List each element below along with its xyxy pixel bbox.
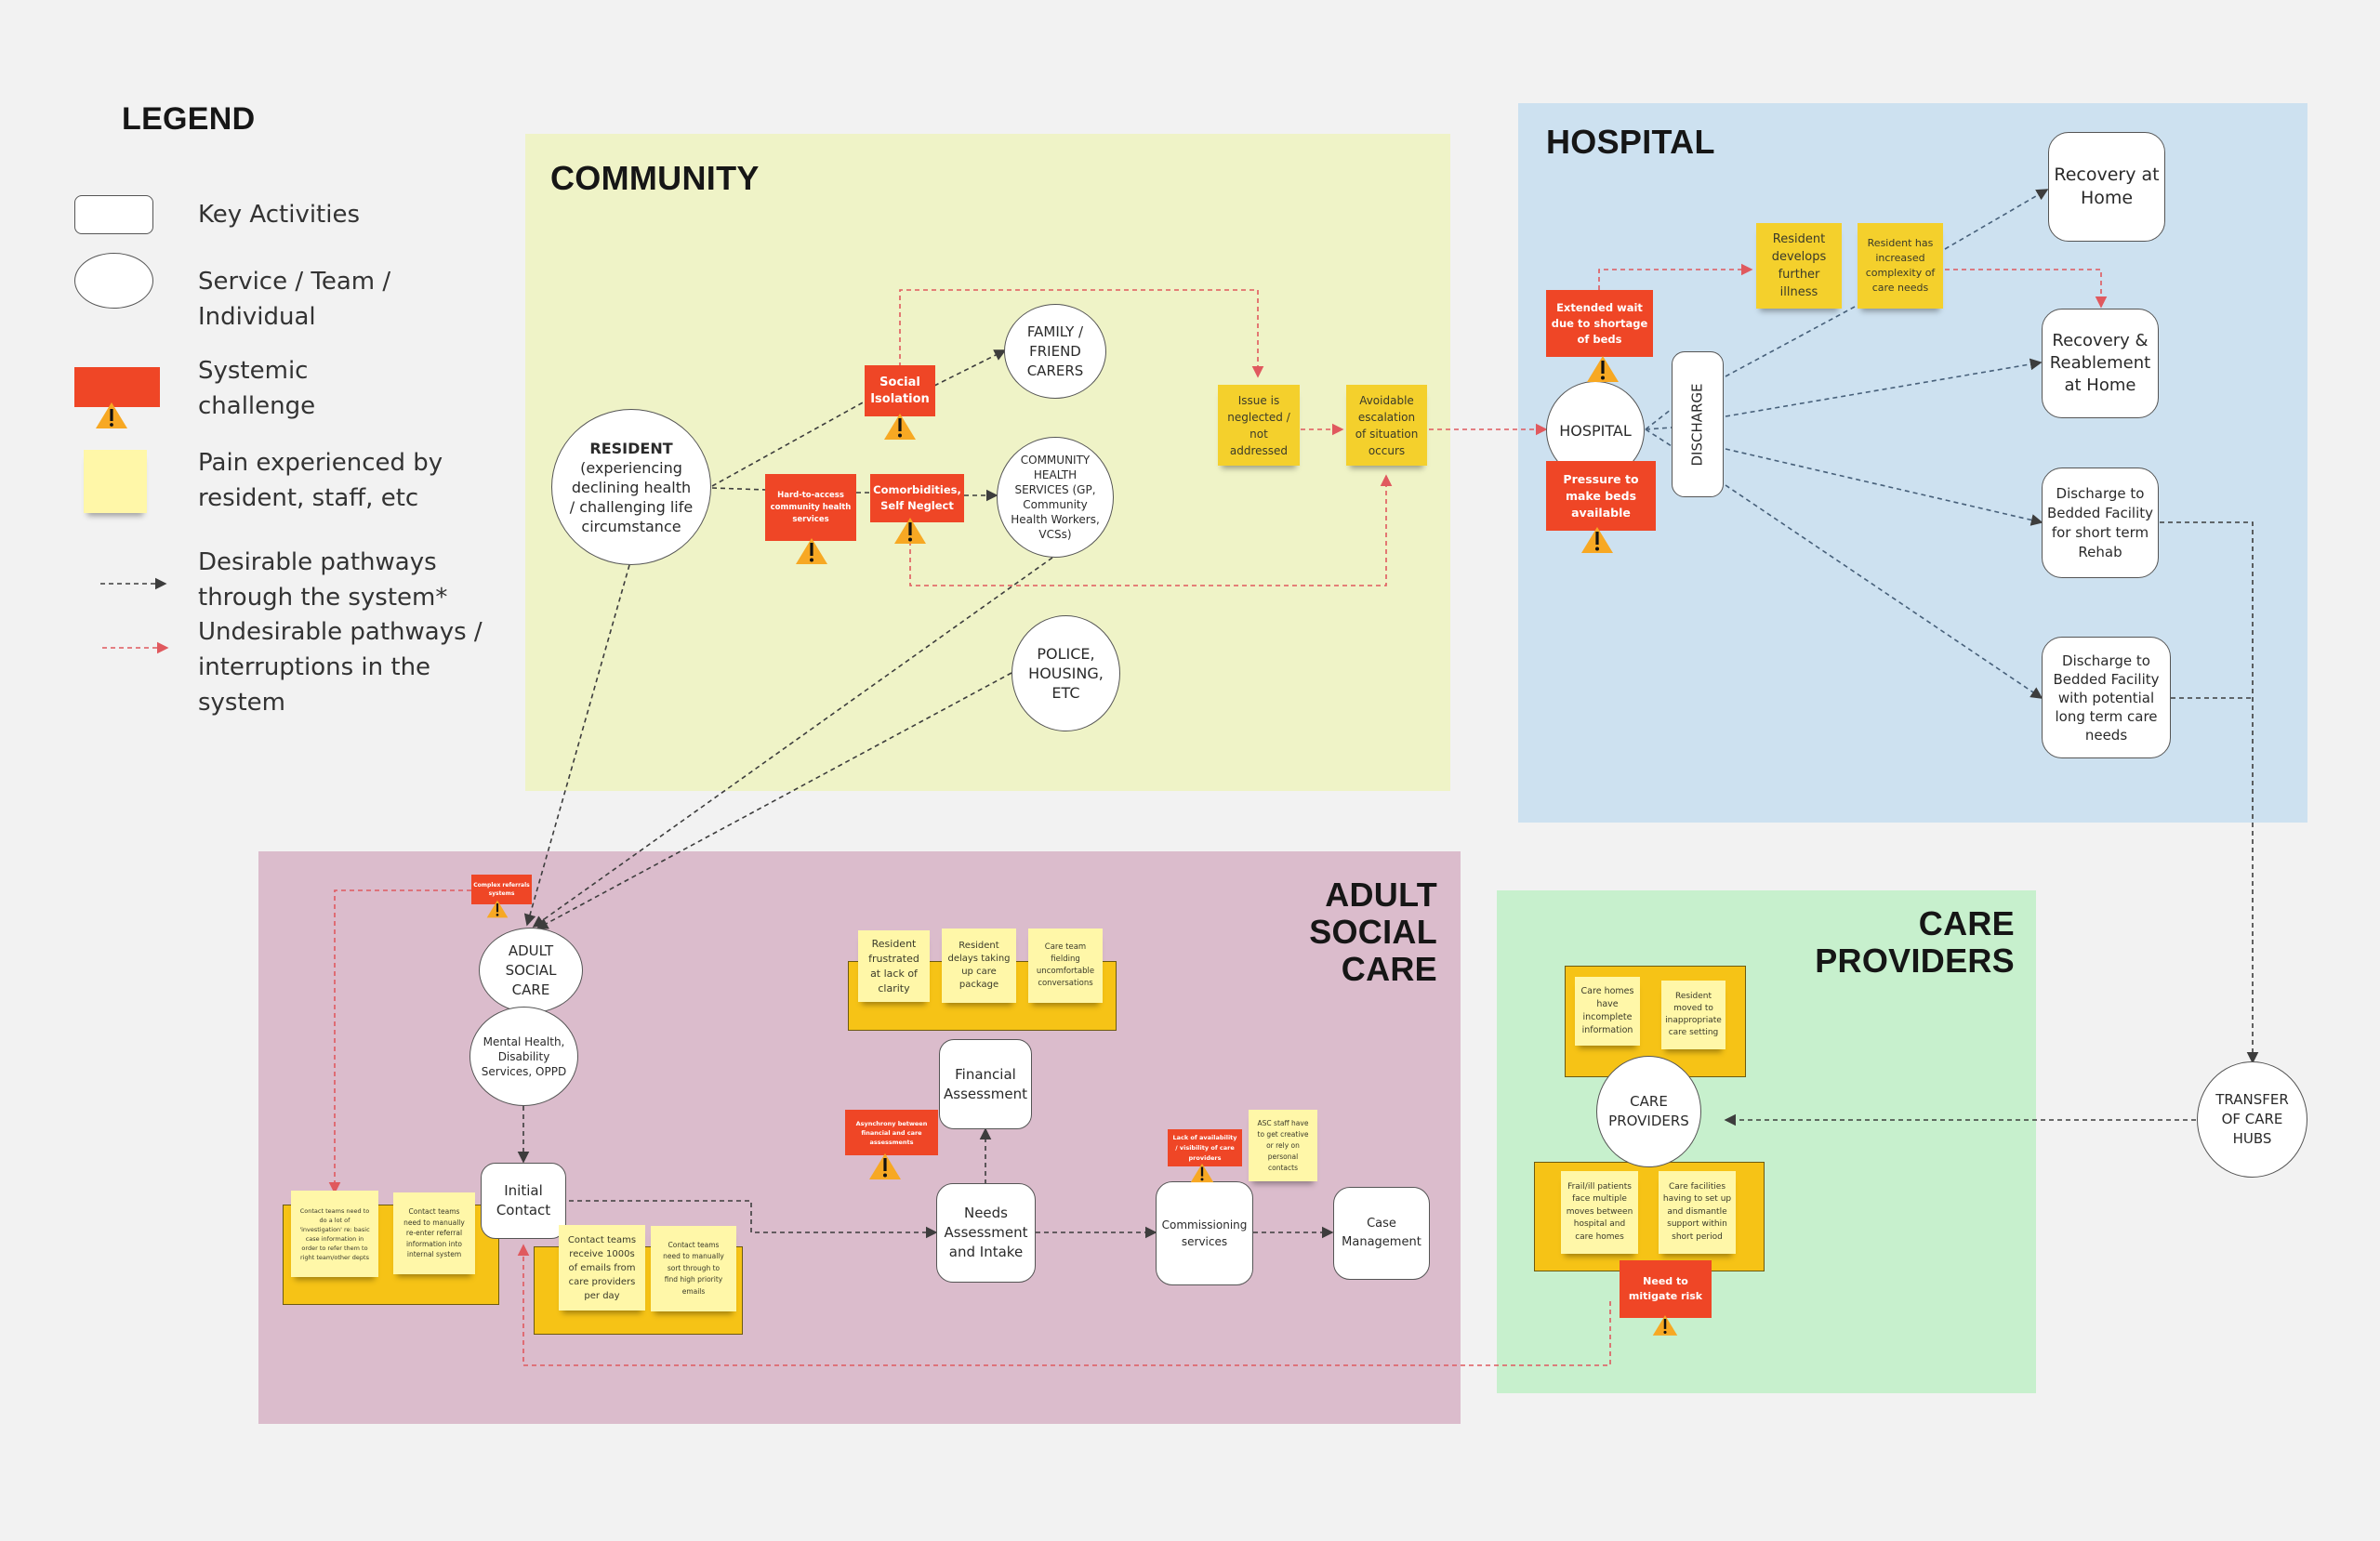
uncomfortable-pain[interactable]: Care team fielding uncomfortable convers… — [1028, 929, 1103, 1003]
resident-title: RESIDENT — [589, 439, 673, 457]
legend-pain-label: Pain experienced by resident, staff, etc — [198, 449, 443, 512]
multiple-moves-pain[interactable]: Frail/ill patients face multiple moves b… — [1561, 1171, 1638, 1254]
pressure-beds-challenge[interactable]: Pressure to make beds available — [1546, 461, 1656, 531]
hard-to-access-challenge[interactable]: Hard-to-access community health services — [765, 474, 856, 541]
transfer-of-care-hubs-node[interactable]: TRANSFER OF CARE HUBS — [2197, 1061, 2307, 1178]
asc-creative-pain[interactable]: ASC staff have to get creative or rely o… — [1249, 1110, 1317, 1181]
lack-availability-challenge[interactable]: Lack of availability / visibility of car… — [1168, 1129, 1242, 1166]
commissioning-node[interactable]: Commissioning services — [1156, 1181, 1253, 1285]
mitigate-risk-challenge[interactable]: Need to mitigate risk — [1620, 1260, 1712, 1318]
set-up-dismantle-pain[interactable]: Care facilities having to set up and dis… — [1659, 1171, 1736, 1254]
adult-social-care-title: ADULT SOCIAL CARE — [1309, 876, 1437, 988]
legend-title: LEGEND — [122, 101, 256, 137]
financial-assessment-node[interactable]: Financial Assessment — [939, 1039, 1032, 1129]
social-isolation-challenge[interactable]: Social Isolation — [865, 365, 935, 416]
inappropriate-setting-pain[interactable]: Resident moved to inappropriate care set… — [1661, 981, 1726, 1049]
issue-neglected-pain[interactable]: Issue is neglected / not addressed — [1218, 385, 1300, 466]
recovery-reablement-node[interactable]: Recovery & Reablement at Home — [2042, 309, 2159, 418]
further-illness-pain[interactable]: Resident develops further illness — [1756, 223, 1842, 309]
emails-1000s-pain[interactable]: Contact teams receive 1000s of emails fr… — [559, 1225, 645, 1311]
community-health-services-node[interactable]: COMMUNITY HEALTH SERVICES (GP, Community… — [997, 437, 1114, 558]
legend-key-activity-swatch — [74, 195, 153, 234]
short-term-rehab-node[interactable]: Discharge to Bedded Facility for short t… — [2042, 468, 2159, 578]
asynchrony-challenge[interactable]: Asynchrony between financial and care as… — [845, 1110, 938, 1155]
legend-key-activities-label: Key Activities — [198, 201, 361, 229]
legend-desirable-label: Desirable pathways through the system* — [198, 548, 448, 612]
avoidable-escalation-pain[interactable]: Avoidable escalation of situation occurs — [1346, 385, 1427, 466]
re-enter-pain[interactable]: Contact teams need to manually re-enter … — [393, 1192, 475, 1274]
investigation-pain[interactable]: Contact teams need to do a lot of 'inves… — [291, 1191, 378, 1277]
comorbidities-challenge[interactable]: Comorbidities, Self Neglect — [870, 474, 964, 522]
care-providers-title: CARE PROVIDERS — [1815, 904, 2015, 980]
initial-contact-node[interactable]: Initial Contact — [481, 1163, 566, 1239]
discharge-node[interactable]: DISCHARGE — [1672, 351, 1724, 497]
recovery-home-node[interactable]: Recovery at Home — [2048, 132, 2165, 242]
legend-service-label: Service / Team / Individual — [198, 268, 391, 331]
police-housing-node[interactable]: POLICE, HOUSING, ETC — [1012, 615, 1120, 731]
legend-service-swatch — [74, 253, 153, 309]
needs-assessment-node[interactable]: Needs Assessment and Intake — [936, 1183, 1036, 1283]
community-title: COMMUNITY — [550, 159, 760, 197]
hospital-title: HOSPITAL — [1546, 123, 1715, 161]
sort-emails-pain[interactable]: Contact teams need to manually sort thro… — [651, 1226, 736, 1311]
care-providers-node[interactable]: CARE PROVIDERS — [1596, 1056, 1701, 1167]
case-management-node[interactable]: Case Management — [1333, 1187, 1430, 1280]
adult-social-care-node[interactable]: ADULT SOCIAL CARE — [479, 928, 583, 1013]
frustrated-pain[interactable]: Resident frustrated at lack of clarity — [858, 930, 930, 1002]
family-carers-node[interactable]: FAMILY / FRIEND CARERS — [1004, 304, 1106, 399]
legend-pain-swatch — [84, 450, 147, 513]
delays-pain[interactable]: Resident delays taking up care package — [942, 929, 1016, 1003]
resident-node[interactable]: RESIDENT (experiencing declining health … — [551, 409, 711, 565]
increased-complexity-pain[interactable]: Resident has increased complexity of car… — [1858, 223, 1943, 309]
discharge-label: DISCHARGE — [1689, 382, 1707, 467]
long-term-care-node[interactable]: Discharge to Bedded Facility with potent… — [2042, 637, 2171, 758]
legend-undesirable-label: Undesirable pathways / interruptions in … — [198, 618, 483, 717]
extended-wait-challenge[interactable]: Extended wait due to shortage of beds — [1546, 290, 1653, 357]
mental-health-node[interactable]: Mental Health, Disability Services, OPPD — [469, 1007, 578, 1106]
legend-challenge-label: Systemic challenge — [198, 357, 316, 420]
resident-detail: (experiencing declining health / challen… — [569, 458, 694, 535]
incomplete-info-pain[interactable]: Care homes have incomplete information — [1575, 977, 1640, 1046]
